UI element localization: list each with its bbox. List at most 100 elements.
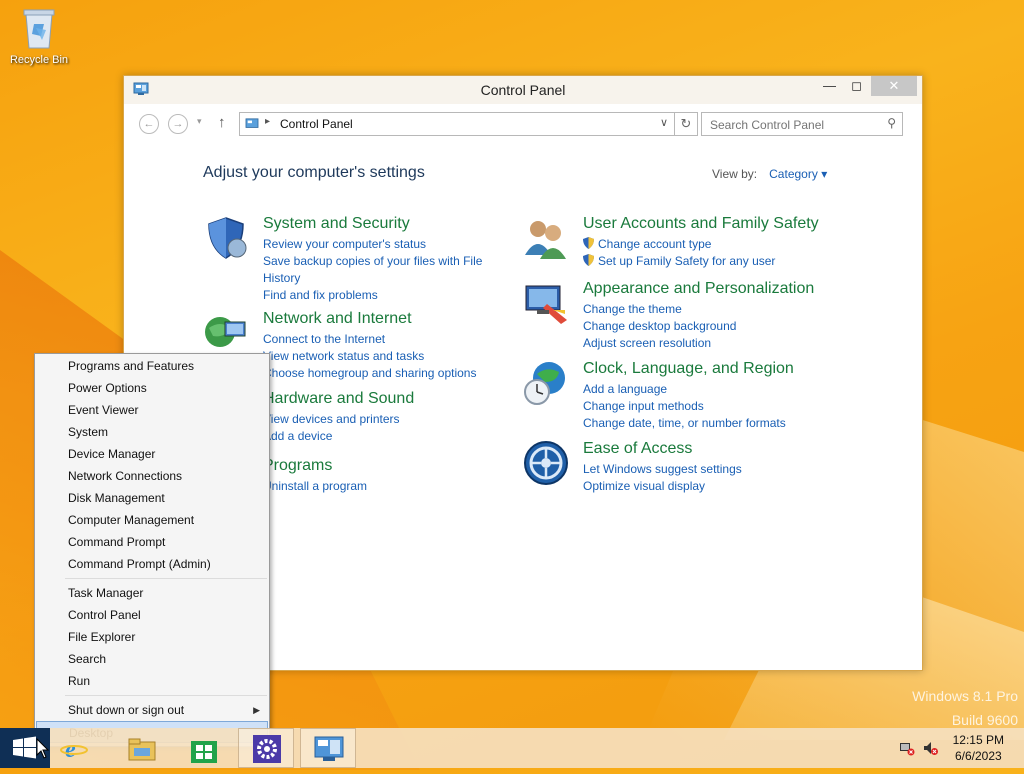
menu-item-network-connections[interactable]: Network Connections bbox=[36, 465, 268, 487]
recycle-bin[interactable]: Recycle Bin bbox=[4, 6, 74, 66]
up-arrow-icon[interactable]: ↑ bbox=[218, 114, 226, 131]
category-link[interactable]: Review your computer's status bbox=[263, 236, 503, 253]
address-bar[interactable]: ▸ Control Panel ∨ bbox=[239, 112, 675, 136]
category-title[interactable]: Ease of Access bbox=[583, 440, 692, 458]
category-link[interactable]: Change the theme bbox=[583, 301, 823, 318]
menu-item-event-viewer[interactable]: Event Viewer bbox=[36, 399, 268, 421]
users-icon bbox=[523, 215, 569, 261]
category-link-text: Set up Family Safety for any user bbox=[598, 254, 776, 268]
store-icon bbox=[191, 741, 217, 763]
category-link[interactable]: Change input methods bbox=[583, 398, 823, 415]
taskbar-store[interactable] bbox=[176, 728, 232, 768]
category-link[interactable]: View devices and printers bbox=[263, 411, 503, 428]
menu-item-disk-management[interactable]: Disk Management bbox=[36, 487, 268, 509]
menu-item-search[interactable]: Search bbox=[36, 648, 268, 670]
taskbar-internet-explorer[interactable]: e bbox=[52, 728, 108, 768]
search-box[interactable]: ⚲ bbox=[701, 112, 903, 136]
gear-icon bbox=[253, 735, 281, 763]
category-link[interactable]: Change account type bbox=[583, 236, 823, 253]
menu-item-task-manager[interactable]: Task Manager bbox=[36, 582, 268, 604]
breadcrumb-chevron-icon[interactable]: ▸ bbox=[265, 116, 270, 127]
globe-network-icon bbox=[203, 310, 249, 356]
network-status-icon[interactable] bbox=[899, 740, 915, 756]
category-link[interactable]: Uninstall a program bbox=[263, 478, 503, 495]
navigation-bar: ← → ▾ ↑ ▸ Control Panel ∨ ↻ ⚲ bbox=[134, 112, 912, 136]
category-link[interactable]: Change date, time, or number formats bbox=[583, 415, 823, 432]
page-title: Adjust your computer's settings bbox=[203, 164, 425, 181]
view-by-dropdown[interactable]: Category ▾ bbox=[769, 167, 827, 181]
category-title[interactable]: Network and Internet bbox=[263, 310, 412, 328]
recycle-bin-label: Recycle Bin bbox=[9, 54, 69, 66]
category-link[interactable]: Save backup copies of your files with Fi… bbox=[263, 253, 503, 270]
menu-item-label: Shut down or sign out bbox=[68, 703, 185, 717]
taskbar-file-explorer[interactable] bbox=[114, 728, 170, 768]
category-link[interactable]: Optimize visual display bbox=[583, 478, 823, 495]
category-title[interactable]: Clock, Language, and Region bbox=[583, 360, 794, 378]
category-link[interactable]: Add a device bbox=[263, 428, 503, 445]
recent-locations-icon[interactable]: ▾ bbox=[197, 116, 202, 127]
view-by-value: Category bbox=[769, 167, 818, 181]
view-by-label: View by: bbox=[712, 167, 758, 181]
search-icon[interactable]: ⚲ bbox=[887, 116, 896, 130]
uac-shield-icon bbox=[583, 254, 594, 266]
menu-item-file-explorer[interactable]: File Explorer bbox=[36, 626, 268, 648]
folder-icon bbox=[128, 738, 156, 761]
menu-item-computer-management[interactable]: Computer Management bbox=[36, 509, 268, 531]
menu-separator bbox=[65, 695, 267, 696]
ease-access-icon bbox=[523, 440, 569, 486]
taskbar: e 12:15 PM 6/6/2023 bbox=[0, 728, 1024, 768]
category-link[interactable]: Change desktop background bbox=[583, 318, 823, 335]
close-button[interactable]: ✕ bbox=[871, 76, 917, 96]
uac-shield-icon bbox=[583, 237, 594, 249]
menu-item-shutdown[interactable]: Shut down or sign out ▶ bbox=[36, 699, 268, 721]
category-title[interactable]: User Accounts and Family Safety bbox=[583, 215, 819, 233]
watermark-edition: Windows 8.1 Pro bbox=[912, 688, 1018, 704]
forward-button[interactable]: → bbox=[168, 114, 188, 134]
dropdown-caret-icon: ▾ bbox=[821, 167, 828, 181]
clock-date: 6/6/2023 bbox=[954, 749, 1002, 763]
category-link[interactable]: Add a language bbox=[583, 381, 823, 398]
category-link[interactable]: Adjust screen resolution bbox=[583, 335, 823, 352]
menu-item-programs-features[interactable]: Programs and Features bbox=[36, 355, 268, 377]
category-title[interactable]: System and Security bbox=[263, 215, 410, 233]
category-link[interactable]: Set up Family Safety for any user bbox=[583, 253, 823, 270]
clock-time: 12:15 PM bbox=[952, 733, 1004, 747]
menu-item-power-options[interactable]: Power Options bbox=[36, 377, 268, 399]
breadcrumb[interactable]: Control Panel bbox=[280, 117, 353, 131]
menu-item-command-prompt[interactable]: Command Prompt bbox=[36, 531, 268, 553]
category-link[interactable]: Let Windows suggest settings bbox=[583, 461, 823, 478]
windows-watermark: Windows 8.1 Pro Build 9600 bbox=[912, 684, 1018, 732]
menu-item-control-panel[interactable]: Control Panel bbox=[36, 604, 268, 626]
menu-item-command-prompt-admin[interactable]: Command Prompt (Admin) bbox=[36, 553, 268, 575]
title-bar[interactable]: Control Panel — ◻ ✕ bbox=[124, 76, 922, 104]
taskbar-settings[interactable] bbox=[238, 728, 294, 768]
minimize-button[interactable]: — bbox=[816, 76, 843, 96]
internet-explorer-icon: e bbox=[60, 737, 88, 763]
category-title[interactable]: Programs bbox=[263, 457, 332, 475]
monitor-paint-icon bbox=[523, 280, 569, 326]
category-link[interactable]: Connect to the Internet bbox=[263, 331, 503, 348]
menu-item-device-manager[interactable]: Device Manager bbox=[36, 443, 268, 465]
svg-text:e: e bbox=[65, 737, 76, 763]
category-title[interactable]: Hardware and Sound bbox=[263, 390, 414, 408]
category-title[interactable]: Appearance and Personalization bbox=[583, 280, 814, 298]
chevron-down-icon[interactable]: ∨ bbox=[660, 116, 668, 129]
category-link[interactable]: Choose homegroup and sharing options bbox=[263, 365, 503, 382]
taskbar-control-panel[interactable] bbox=[300, 728, 356, 768]
mouse-cursor-icon bbox=[36, 738, 50, 759]
maximize-button[interactable]: ◻ bbox=[843, 76, 870, 96]
search-input[interactable] bbox=[708, 115, 882, 135]
category-link[interactable]: History bbox=[263, 270, 503, 287]
system-clock[interactable]: 12:15 PM 6/6/2023 bbox=[953, 732, 1004, 764]
recycle-bin-icon bbox=[22, 6, 56, 50]
winx-context-menu: Programs and Features Power Options Even… bbox=[34, 353, 270, 747]
window-title: Control Panel bbox=[480, 82, 566, 98]
category-link[interactable]: View network status and tasks bbox=[263, 348, 503, 365]
category-link-text: Change account type bbox=[598, 237, 712, 251]
menu-item-system[interactable]: System bbox=[36, 421, 268, 443]
back-button[interactable]: ← bbox=[139, 114, 159, 134]
volume-muted-icon[interactable] bbox=[922, 740, 938, 756]
category-link[interactable]: Find and fix problems bbox=[263, 287, 503, 304]
refresh-button[interactable]: ↻ bbox=[675, 112, 698, 136]
menu-item-run[interactable]: Run bbox=[36, 670, 268, 692]
